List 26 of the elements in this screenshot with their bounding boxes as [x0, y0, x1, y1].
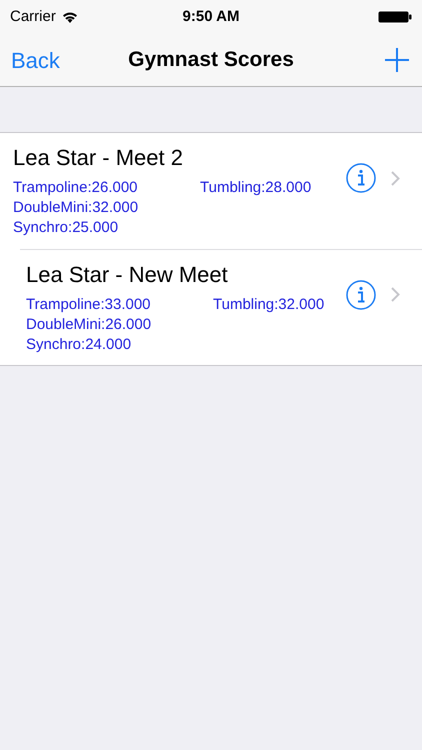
battery-icon: [378, 11, 412, 23]
meet-row[interactable]: Lea Star - New Meet Trampoline:33.000 Tumbling:32.000 DoubleMini:26.000 Synchro:24.000: [20, 249, 422, 365]
score-label: Tumbling:32.000: [213, 294, 326, 314]
info-icon: [346, 280, 376, 310]
score-label: DoubleMini:26.000: [26, 314, 152, 334]
meet-row[interactable]: Lea Star - Meet 2 Trampoline:26.000 Tumbling:28.000 DoubleMini:32.000 Synchro:25.000: [0, 133, 422, 249]
add-icon: [385, 48, 409, 72]
score-label: Trampoline:26.000: [13, 178, 139, 198]
score-label: Tumbling:28.000: [200, 178, 312, 198]
info-icon: [346, 163, 376, 193]
chevron-icon: [391, 287, 400, 302]
add-button[interactable]: [385, 48, 409, 72]
score-label: Trampoline:33.000: [26, 294, 152, 314]
back-button[interactable]: Back: [11, 44, 60, 76]
meet-title: Lea Star - New Meet: [26, 260, 229, 288]
score-label: DoubleMini:32.000: [13, 198, 140, 218]
wifi-icon: [62, 11, 78, 23]
meet-title: Lea Star - Meet 2: [13, 144, 184, 172]
info-button[interactable]: [346, 163, 376, 193]
chevron-icon: [391, 170, 400, 186]
score-label: Synchro:25.000: [13, 218, 120, 238]
time-label: 9:50 AM: [182, 6, 240, 27]
score-label: Synchro:24.000: [26, 334, 132, 354]
info-button[interactable]: [346, 280, 376, 310]
screen-title: Gymnast Scores: [128, 47, 294, 74]
carrier-label: Carrier: [10, 6, 56, 27]
